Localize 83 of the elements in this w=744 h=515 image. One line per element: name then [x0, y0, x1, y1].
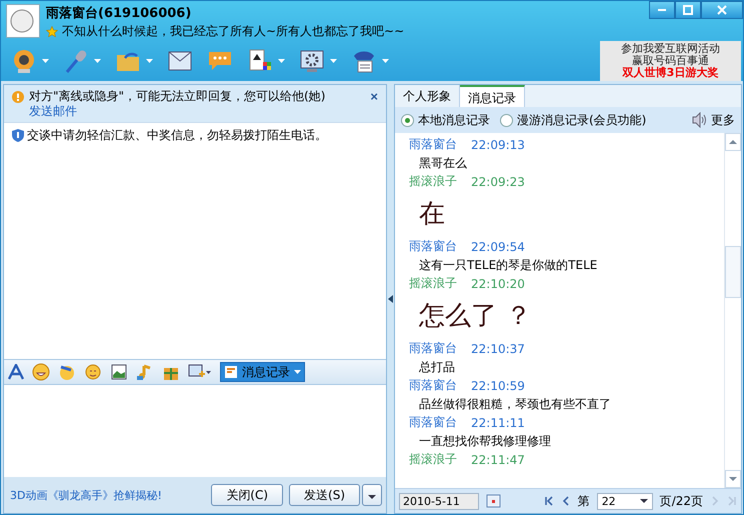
- safety-warning: 交谈中请勿轻信汇款、中奖信息，勿轻易拨打陌生电话。: [27, 127, 327, 144]
- minimize-button[interactable]: [649, 1, 675, 19]
- tab[interactable]: 消息记录: [460, 85, 525, 107]
- message-time: 22:09:54: [471, 240, 525, 254]
- sender-name: 摇滚浪子: [409, 275, 457, 292]
- image-icon[interactable]: [110, 363, 128, 381]
- scrollbar[interactable]: [724, 133, 741, 488]
- promo-link[interactable]: 3D动画《驯龙高手》抢鲜揭秘!: [10, 488, 206, 502]
- star-icon: [46, 26, 58, 38]
- previous-page-icon[interactable]: [560, 496, 571, 506]
- caret-icon: [368, 495, 376, 499]
- scroll-up-icon[interactable]: [729, 140, 737, 144]
- notice-text: 对方"离线或隐身"，可能无法立即回复，您可以给他(她) 发送邮件: [29, 89, 326, 119]
- smiley-icon[interactable]: [32, 363, 50, 381]
- message-text: 总打品: [418, 359, 456, 376]
- history-source-radio[interactable]: 漫游消息记录(会员功能): [500, 112, 646, 128]
- close-button[interactable]: [701, 1, 743, 19]
- sender-name: 摇滚浪子: [409, 451, 457, 468]
- scroll-down-icon[interactable]: [729, 477, 737, 481]
- message-text: 怎么了 ？: [418, 300, 532, 333]
- history-source-radio[interactable]: 本地消息记录: [401, 112, 490, 128]
- caret-icon: [294, 370, 301, 374]
- message-text: 一直想找你帮我修理修理: [418, 433, 552, 450]
- sender-name: 摇滚浪子: [409, 173, 457, 190]
- message-time: 22:11:47: [471, 452, 525, 466]
- caret-icon[interactable]: [382, 59, 389, 63]
- caret-icon[interactable]: [330, 59, 337, 63]
- date-field[interactable]: 2010-5-11: [399, 492, 479, 510]
- sender-name: 雨落窗台: [409, 340, 457, 357]
- speaker-icon[interactable]: [691, 112, 707, 128]
- send-mail-link[interactable]: 发送邮件: [29, 104, 77, 118]
- face-icon[interactable]: [84, 363, 102, 381]
- sender-name: 雨落窗台: [409, 238, 457, 255]
- caret-icon[interactable]: [146, 59, 153, 63]
- send-button[interactable]: 发送(S): [289, 484, 360, 506]
- message-time: 22:11:11: [471, 416, 525, 430]
- caret-icon: [640, 499, 648, 503]
- settings-icon[interactable]: [299, 48, 325, 74]
- face-brush-icon[interactable]: [58, 363, 76, 381]
- signature-text: 不知从什么时候起，我已经忘了所有人~所有人也都忘了我吧~~: [62, 23, 404, 40]
- first-page-icon[interactable]: [544, 496, 554, 506]
- history-button[interactable]: 消息记录: [220, 362, 305, 382]
- page-prefix: 第: [578, 492, 590, 510]
- message-text: 黑哥在么: [418, 155, 468, 172]
- caret-icon[interactable]: [278, 59, 285, 63]
- message-time: 22:09:23: [471, 174, 525, 188]
- close-notice-button[interactable]: ×: [368, 89, 380, 104]
- caret-icon[interactable]: [42, 59, 49, 63]
- ad-text: 赢取号码百事通: [632, 55, 709, 67]
- shield-icon: [12, 129, 24, 142]
- sender-name: 雨落窗台: [409, 414, 457, 431]
- close-icon: [717, 5, 727, 15]
- page-select[interactable]: 22: [596, 492, 653, 510]
- message-time: 22:10:20: [471, 276, 525, 290]
- maximize-icon: [683, 5, 693, 15]
- sender-name: 雨落窗台: [409, 377, 457, 394]
- note-icon: [224, 365, 238, 379]
- font-icon[interactable]: [8, 364, 24, 380]
- ad-highlight: 双人世博3日游大奖: [622, 67, 718, 79]
- ad-banner[interactable]: 参加我爱互联网活动 赢取号码百事通 双人世博3日游大奖: [600, 41, 741, 81]
- message-text: 这有一只TELE的琴是你做的TELE: [418, 257, 598, 274]
- webcam-icon[interactable]: [11, 48, 37, 74]
- send-options-button[interactable]: [362, 484, 382, 506]
- maximize-button[interactable]: [675, 1, 701, 19]
- collapse-arrow-icon[interactable]: [388, 295, 393, 303]
- message-text: 品丝做得很粗糙，琴颈也有些不直了: [418, 396, 612, 413]
- ad-text: 参加我爱互联网活动: [621, 43, 720, 55]
- window-title: 雨落窗台(619106006): [46, 4, 192, 22]
- more-link[interactable]: 更多: [711, 112, 735, 128]
- calendar-icon[interactable]: [486, 494, 501, 508]
- avatar[interactable]: [6, 4, 40, 38]
- message-time: 22:10:37: [471, 342, 525, 356]
- minimize-icon: [658, 9, 666, 11]
- page-total: 页/22页: [660, 492, 703, 510]
- close-chat-button[interactable]: 关闭(C): [211, 484, 284, 506]
- scrollbar-thumb[interactable]: [725, 246, 741, 298]
- message-time: 22:09:13: [471, 138, 525, 152]
- message-time: 22:10:59: [471, 378, 525, 392]
- caret-icon[interactable]: [94, 59, 101, 63]
- sender-name: 雨落窗台: [409, 136, 457, 153]
- info-icon: [12, 91, 24, 103]
- message-text: 在: [418, 198, 446, 231]
- microphone-icon[interactable]: [63, 48, 89, 74]
